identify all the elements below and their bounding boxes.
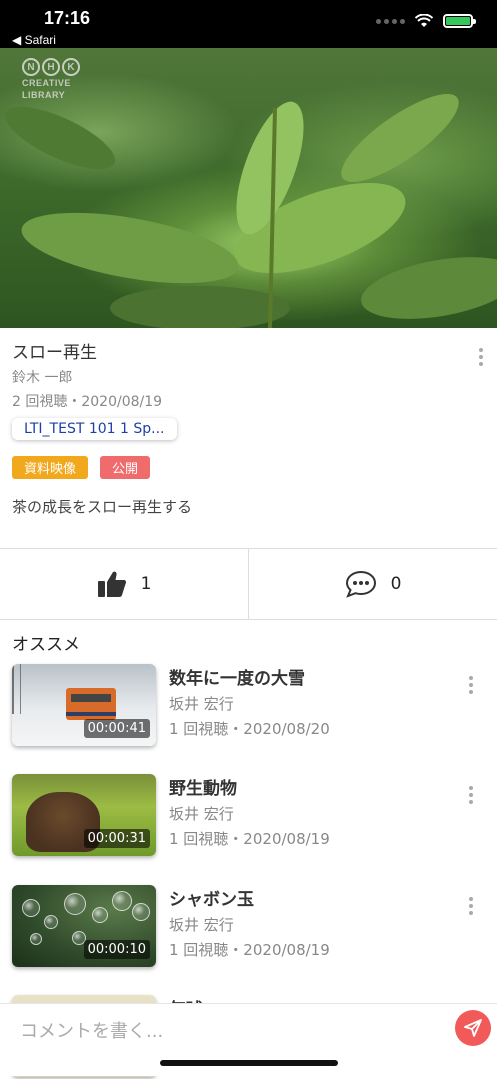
recommend-item[interactable]: 00:00:41 数年に一度の大雪 坂井 宏行 1 回視聴・2020/08/20 [12, 664, 485, 748]
comment-button[interactable]: 0 [248, 549, 497, 619]
video-title: スロー再生 [12, 343, 97, 363]
tag-list: 資料映像 公開 [12, 456, 151, 479]
recommend-views-date: 1 回視聴・2020/08/19 [169, 941, 330, 959]
recommend-title[interactable]: シャボン玉 [169, 885, 330, 910]
nhk-creative-library-logo: NHK CREATIVE LIBRARY [22, 58, 80, 100]
video-description: 茶の成長をスロー再生する [12, 498, 193, 516]
course-chip[interactable]: LTI_TEST 101 1 Sp... [12, 418, 177, 440]
send-icon [464, 1019, 482, 1037]
recommend-views-date: 1 回視聴・2020/08/19 [169, 830, 330, 848]
more-options-icon[interactable] [469, 786, 473, 807]
more-options-icon[interactable] [469, 676, 473, 697]
recommend-title[interactable]: 野生動物 [169, 774, 330, 799]
video-info: スロー再生 鈴木 一郎 2 回視聴・2020/08/19 [12, 338, 485, 411]
status-icons [376, 14, 476, 28]
video-thumbnail[interactable]: 00:00:10 [12, 885, 156, 967]
like-button[interactable]: 1 [0, 549, 248, 619]
recommend-heading: オススメ [12, 635, 80, 655]
recommend-title[interactable]: 数年に一度の大雪 [169, 664, 330, 689]
recommend-item[interactable]: 00:00:31 野生動物 坂井 宏行 1 回視聴・2020/08/19 [12, 774, 485, 858]
thumbs-up-icon [97, 571, 126, 597]
recommend-author: 坂井 宏行 [169, 695, 234, 713]
video-author[interactable]: 鈴木 一郎 [12, 367, 485, 387]
status-time: 17:16 [44, 8, 91, 28]
send-button[interactable] [455, 1010, 491, 1046]
video-views-date: 2 回視聴・2020/08/19 [12, 394, 163, 410]
wifi-icon [415, 14, 433, 27]
recommend-item[interactable]: 00:00:10 シャボン玉 坂井 宏行 1 回視聴・2020/08/19 [12, 885, 485, 969]
tag-public: 公開 [100, 456, 151, 479]
action-bar: 1 0 [0, 548, 497, 620]
recommend-author: 坂井 宏行 [169, 916, 234, 934]
video-duration: 00:00:10 [83, 940, 150, 959]
more-options-icon[interactable] [469, 897, 473, 918]
video-player[interactable]: NHK CREATIVE LIBRARY [0, 48, 497, 328]
like-count: 1 [140, 574, 152, 594]
status-bar: 17:16 ◀ Safari [0, 0, 497, 48]
comment-count: 0 [390, 574, 402, 594]
video-thumbnail[interactable]: 00:00:31 [12, 774, 156, 856]
train-image [66, 688, 116, 720]
more-options-icon[interactable] [479, 348, 485, 369]
video-duration: 00:00:41 [83, 719, 150, 738]
comment-bubble-icon [345, 570, 376, 598]
recommend-views-date: 1 回視聴・2020/08/20 [169, 720, 330, 738]
home-indicator[interactable] [160, 1060, 338, 1066]
tag-material-video: 資料映像 [12, 456, 89, 479]
recommend-author: 坂井 宏行 [169, 805, 234, 823]
video-duration: 00:00:31 [83, 829, 150, 848]
back-to-safari-link[interactable]: ◀ Safari [12, 33, 56, 47]
video-thumbnail[interactable]: 00:00:41 [12, 664, 156, 746]
battery-icon [443, 14, 476, 28]
cellular-signal-icon [376, 18, 405, 24]
comment-input[interactable] [20, 1018, 440, 1044]
